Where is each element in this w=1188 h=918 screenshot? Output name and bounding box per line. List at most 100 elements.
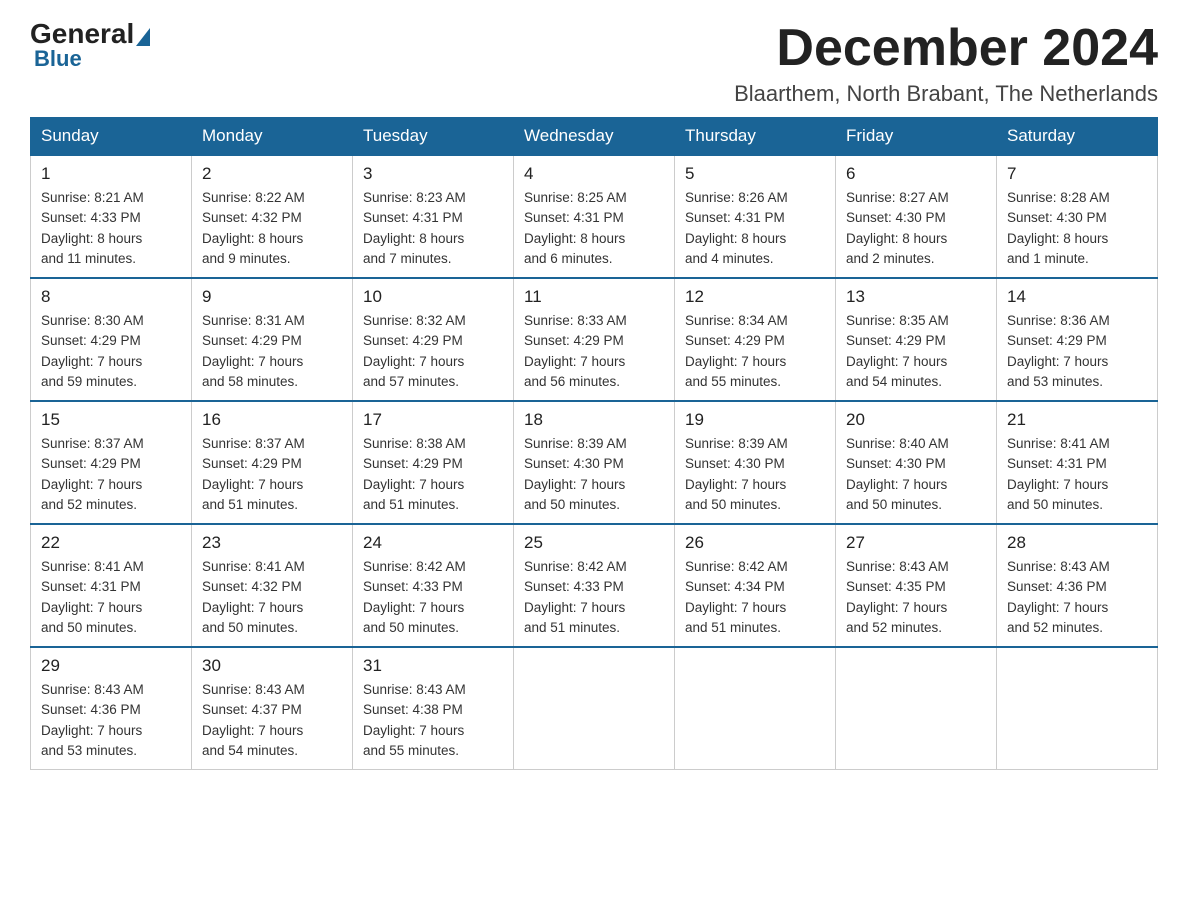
day-number: 11 bbox=[524, 287, 664, 307]
day-number: 13 bbox=[846, 287, 986, 307]
calendar-week-row: 29Sunrise: 8:43 AM Sunset: 4:36 PM Dayli… bbox=[31, 647, 1158, 770]
calendar-week-row: 22 Sunrise: 8:41 AM Sunset: 4:31 PM Dayli… bbox=[31, 524, 1158, 647]
calendar-day-cell: 5 Sunrise: 8:26 AM Sunset: 4:31 PM Daylig… bbox=[675, 155, 836, 278]
day-info: Sunrise: 8:31 AM Sunset: 4:29 PM Dayligh… bbox=[202, 311, 342, 392]
day-number: 12 bbox=[685, 287, 825, 307]
calendar-day-cell: 6 Sunrise: 8:27 AM Sunset: 4:30 PM Daylig… bbox=[836, 155, 997, 278]
day-info: Sunrise: 8:40 AM Sunset: 4:30 PM Dayligh… bbox=[846, 434, 986, 515]
day-number: 8 bbox=[41, 287, 181, 307]
day-number: 27 bbox=[846, 533, 986, 553]
day-info: Sunrise: 8:37 AM Sunset: 4:29 PM Dayligh… bbox=[41, 434, 181, 515]
calendar-week-row: 1 Sunrise: 8:21 AM Sunset: 4:33 PM Daylig… bbox=[31, 155, 1158, 278]
calendar-day-cell: 4 Sunrise: 8:25 AM Sunset: 4:31 PM Daylig… bbox=[514, 155, 675, 278]
calendar-day-cell: 17 Sunrise: 8:38 AM Sunset: 4:29 PM Dayli… bbox=[353, 401, 514, 524]
logo-blue-text: Blue bbox=[34, 46, 82, 72]
month-title: December 2024 bbox=[734, 20, 1158, 77]
calendar-day-cell: 9 Sunrise: 8:31 AM Sunset: 4:29 PM Daylig… bbox=[192, 278, 353, 401]
calendar-day-cell: 3 Sunrise: 8:23 AM Sunset: 4:31 PM Daylig… bbox=[353, 155, 514, 278]
day-info: Sunrise: 8:42 AM Sunset: 4:33 PM Dayligh… bbox=[524, 557, 664, 638]
weekday-header-friday: Friday bbox=[836, 118, 997, 156]
calendar-day-cell: 28 Sunrise: 8:43 AM Sunset: 4:36 PM Dayli… bbox=[997, 524, 1158, 647]
logo: General Blue bbox=[30, 20, 152, 72]
day-number: 18 bbox=[524, 410, 664, 430]
day-number: 22 bbox=[41, 533, 181, 553]
day-info: Sunrise: 8:25 AM Sunset: 4:31 PM Dayligh… bbox=[524, 188, 664, 269]
day-number: 15 bbox=[41, 410, 181, 430]
day-number: 1 bbox=[41, 164, 181, 184]
day-number: 3 bbox=[363, 164, 503, 184]
day-number: 6 bbox=[846, 164, 986, 184]
day-info: Sunrise: 8:43 AM Sunset: 4:37 PM Dayligh… bbox=[202, 680, 342, 761]
day-info: Sunrise: 8:42 AM Sunset: 4:33 PM Dayligh… bbox=[363, 557, 503, 638]
day-info: Sunrise: 8:43 AM Sunset: 4:36 PM Dayligh… bbox=[41, 680, 181, 761]
day-number: 9 bbox=[202, 287, 342, 307]
logo-general-text: General bbox=[30, 20, 134, 48]
page-header: General Blue December 2024 Blaarthem, No… bbox=[30, 20, 1158, 107]
calendar-table: SundayMondayTuesdayWednesdayThursdayFrid… bbox=[30, 117, 1158, 770]
calendar-day-cell: 21 Sunrise: 8:41 AM Sunset: 4:31 PM Dayli… bbox=[997, 401, 1158, 524]
day-number: 31 bbox=[363, 656, 503, 676]
day-info: Sunrise: 8:27 AM Sunset: 4:30 PM Dayligh… bbox=[846, 188, 986, 269]
day-info: Sunrise: 8:39 AM Sunset: 4:30 PM Dayligh… bbox=[524, 434, 664, 515]
weekday-header-wednesday: Wednesday bbox=[514, 118, 675, 156]
calendar-week-row: 15 Sunrise: 8:37 AM Sunset: 4:29 PM Dayli… bbox=[31, 401, 1158, 524]
calendar-empty-cell bbox=[675, 647, 836, 770]
day-info: Sunrise: 8:38 AM Sunset: 4:29 PM Dayligh… bbox=[363, 434, 503, 515]
calendar-day-cell: 24 Sunrise: 8:42 AM Sunset: 4:33 PM Dayli… bbox=[353, 524, 514, 647]
calendar-day-cell: 12 Sunrise: 8:34 AM Sunset: 4:29 PM Dayli… bbox=[675, 278, 836, 401]
day-number: 19 bbox=[685, 410, 825, 430]
location-title: Blaarthem, North Brabant, The Netherland… bbox=[734, 81, 1158, 107]
weekday-header-saturday: Saturday bbox=[997, 118, 1158, 156]
day-number: 17 bbox=[363, 410, 503, 430]
calendar-day-cell: 14Sunrise: 8:36 AM Sunset: 4:29 PM Dayli… bbox=[997, 278, 1158, 401]
day-number: 24 bbox=[363, 533, 503, 553]
weekday-header-thursday: Thursday bbox=[675, 118, 836, 156]
calendar-day-cell: 15 Sunrise: 8:37 AM Sunset: 4:29 PM Dayli… bbox=[31, 401, 192, 524]
calendar-day-cell: 7 Sunrise: 8:28 AM Sunset: 4:30 PM Daylig… bbox=[997, 155, 1158, 278]
day-info: Sunrise: 8:43 AM Sunset: 4:35 PM Dayligh… bbox=[846, 557, 986, 638]
day-info: Sunrise: 8:34 AM Sunset: 4:29 PM Dayligh… bbox=[685, 311, 825, 392]
day-info: Sunrise: 8:35 AM Sunset: 4:29 PM Dayligh… bbox=[846, 311, 986, 392]
day-info: Sunrise: 8:43 AM Sunset: 4:38 PM Dayligh… bbox=[363, 680, 503, 761]
day-number: 25 bbox=[524, 533, 664, 553]
calendar-day-cell: 11 Sunrise: 8:33 AM Sunset: 4:29 PM Dayli… bbox=[514, 278, 675, 401]
calendar-day-cell: 22 Sunrise: 8:41 AM Sunset: 4:31 PM Dayli… bbox=[31, 524, 192, 647]
weekday-header-tuesday: Tuesday bbox=[353, 118, 514, 156]
day-info: Sunrise: 8:43 AM Sunset: 4:36 PM Dayligh… bbox=[1007, 557, 1147, 638]
day-number: 7 bbox=[1007, 164, 1147, 184]
day-number: 4 bbox=[524, 164, 664, 184]
day-number: 20 bbox=[846, 410, 986, 430]
calendar-day-cell: 27 Sunrise: 8:43 AM Sunset: 4:35 PM Dayli… bbox=[836, 524, 997, 647]
day-number: 21 bbox=[1007, 410, 1147, 430]
day-info: Sunrise: 8:33 AM Sunset: 4:29 PM Dayligh… bbox=[524, 311, 664, 392]
calendar-header-row: SundayMondayTuesdayWednesdayThursdayFrid… bbox=[31, 118, 1158, 156]
calendar-day-cell: 25 Sunrise: 8:42 AM Sunset: 4:33 PM Dayli… bbox=[514, 524, 675, 647]
day-number: 16 bbox=[202, 410, 342, 430]
day-info: Sunrise: 8:21 AM Sunset: 4:33 PM Dayligh… bbox=[41, 188, 181, 269]
calendar-day-cell: 20 Sunrise: 8:40 AM Sunset: 4:30 PM Dayli… bbox=[836, 401, 997, 524]
calendar-day-cell: 18 Sunrise: 8:39 AM Sunset: 4:30 PM Dayli… bbox=[514, 401, 675, 524]
logo-triangle-icon bbox=[136, 28, 150, 46]
calendar-day-cell: 31 Sunrise: 8:43 AM Sunset: 4:38 PM Dayli… bbox=[353, 647, 514, 770]
calendar-empty-cell bbox=[997, 647, 1158, 770]
day-info: Sunrise: 8:26 AM Sunset: 4:31 PM Dayligh… bbox=[685, 188, 825, 269]
day-number: 28 bbox=[1007, 533, 1147, 553]
day-number: 5 bbox=[685, 164, 825, 184]
calendar-day-cell: 29Sunrise: 8:43 AM Sunset: 4:36 PM Dayli… bbox=[31, 647, 192, 770]
day-info: Sunrise: 8:41 AM Sunset: 4:31 PM Dayligh… bbox=[41, 557, 181, 638]
day-info: Sunrise: 8:32 AM Sunset: 4:29 PM Dayligh… bbox=[363, 311, 503, 392]
day-info: Sunrise: 8:41 AM Sunset: 4:32 PM Dayligh… bbox=[202, 557, 342, 638]
day-info: Sunrise: 8:23 AM Sunset: 4:31 PM Dayligh… bbox=[363, 188, 503, 269]
day-number: 23 bbox=[202, 533, 342, 553]
calendar-day-cell: 16Sunrise: 8:37 AM Sunset: 4:29 PM Dayli… bbox=[192, 401, 353, 524]
calendar-day-cell: 2Sunrise: 8:22 AM Sunset: 4:32 PM Daylig… bbox=[192, 155, 353, 278]
weekday-header-monday: Monday bbox=[192, 118, 353, 156]
calendar-day-cell: 23 Sunrise: 8:41 AM Sunset: 4:32 PM Dayli… bbox=[192, 524, 353, 647]
day-info: Sunrise: 8:41 AM Sunset: 4:31 PM Dayligh… bbox=[1007, 434, 1147, 515]
day-info: Sunrise: 8:30 AM Sunset: 4:29 PM Dayligh… bbox=[41, 311, 181, 392]
day-info: Sunrise: 8:36 AM Sunset: 4:29 PM Dayligh… bbox=[1007, 311, 1147, 392]
day-info: Sunrise: 8:39 AM Sunset: 4:30 PM Dayligh… bbox=[685, 434, 825, 515]
weekday-header-sunday: Sunday bbox=[31, 118, 192, 156]
day-info: Sunrise: 8:28 AM Sunset: 4:30 PM Dayligh… bbox=[1007, 188, 1147, 269]
calendar-day-cell: 19 Sunrise: 8:39 AM Sunset: 4:30 PM Dayli… bbox=[675, 401, 836, 524]
